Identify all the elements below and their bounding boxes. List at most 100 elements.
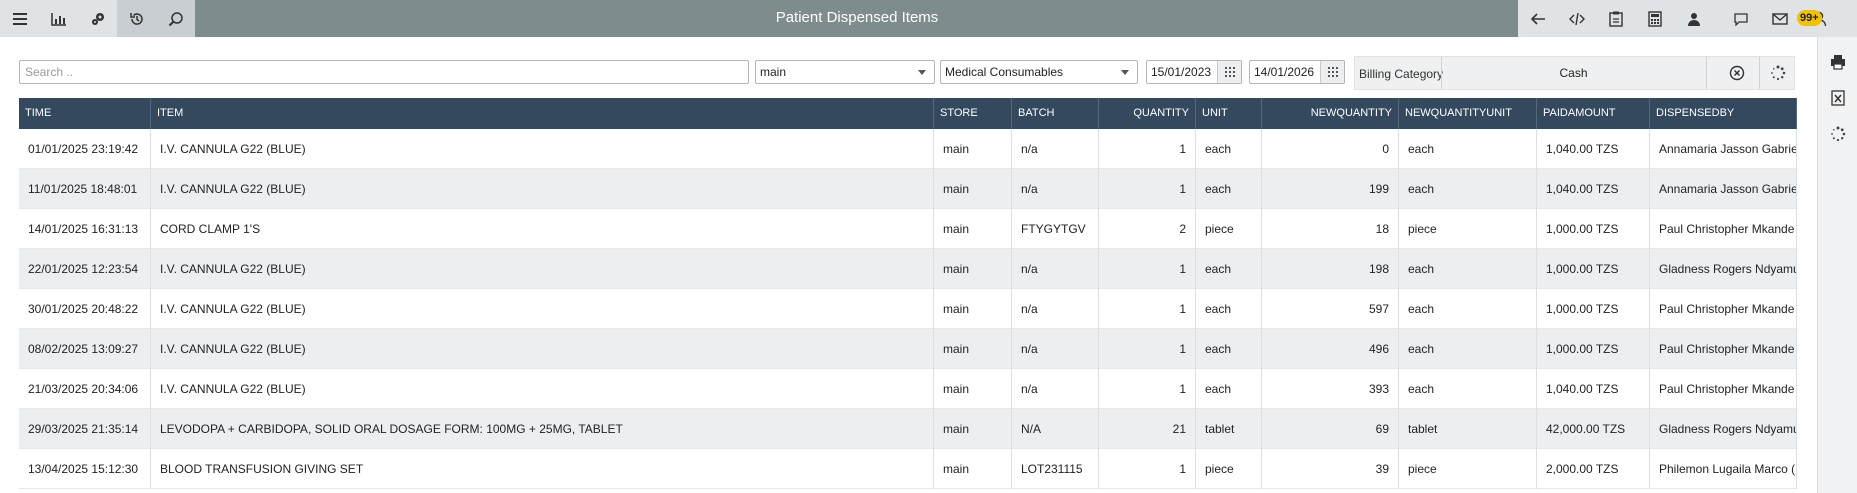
cell-dispensedby: Annamaria Jasson Gabriel ( (1650, 169, 1797, 209)
cell-dispensedby: Paul Christopher Mkande (M (1650, 209, 1797, 249)
column-header-store[interactable]: STORE (934, 98, 1012, 129)
cell-newquantityunit: each (1399, 249, 1537, 289)
cell-item: I.V. CANNULA G22 (BLUE) (151, 129, 934, 169)
cell-dispensedby: Paul Christopher Mkande (M (1650, 369, 1797, 409)
table-row[interactable]: 13/04/2025 15:12:30 BLOOD TRANSFUSION GIV… (19, 449, 1797, 489)
table-row[interactable]: 29/03/2025 21:35:14 LEVODOPA + CARBIDOPA,… (19, 409, 1797, 449)
cell-quantity: 1 (1099, 249, 1196, 289)
cell-dispensedby: Paul Christopher Mkande (M (1650, 329, 1797, 369)
cell-time: 29/03/2025 21:35:14 (19, 409, 151, 449)
cell-newquantity: 0 (1262, 129, 1399, 169)
cell-batch: n/a (1012, 329, 1099, 369)
table-row[interactable]: 30/01/2025 20:48:22 I.V. CANNULA G22 (BLU… (19, 289, 1797, 329)
cell-quantity: 2 (1099, 209, 1196, 249)
clipboard-icon[interactable] (1596, 0, 1635, 37)
settings-gears-icon[interactable] (78, 0, 117, 37)
cell-newquantityunit: each (1399, 329, 1537, 369)
search-icon[interactable] (156, 0, 195, 37)
clear-circle-icon[interactable] (1717, 57, 1757, 89)
table-row[interactable]: 21/03/2025 20:34:06 I.V. CANNULA G22 (BLU… (19, 369, 1797, 409)
calculator-icon[interactable] (1635, 0, 1674, 37)
cell-dispensedby: Paul Christopher Mkande (M (1650, 289, 1797, 329)
chat-icon[interactable] (1721, 0, 1760, 37)
cell-store: main (934, 289, 1012, 329)
refresh-spinner-icon[interactable] (1818, 117, 1857, 151)
cell-paidamount: 1,040.00 TZS (1537, 129, 1650, 169)
right-sidebar (1817, 37, 1857, 493)
store-select[interactable]: main (755, 60, 935, 84)
cell-newquantityunit: each (1399, 169, 1537, 209)
column-header-unit[interactable]: UNIT (1196, 98, 1262, 129)
cell-time: 13/04/2025 15:12:30 (19, 449, 151, 489)
cell-newquantityunit: each (1399, 129, 1537, 169)
cell-time: 30/01/2025 20:48:22 (19, 289, 151, 329)
history-icon[interactable] (117, 0, 156, 37)
cell-unit: each (1196, 249, 1262, 289)
cell-newquantityunit: each (1399, 289, 1537, 329)
loading-spinner-icon (1760, 57, 1796, 89)
column-header-item[interactable]: ITEM (151, 98, 934, 129)
cell-paidamount: 1,000.00 TZS (1537, 249, 1650, 289)
menu-icon[interactable] (0, 0, 39, 37)
cell-newquantity: 69 (1262, 409, 1399, 449)
table-row[interactable]: 01/01/2025 23:19:42 I.V. CANNULA G22 (BLU… (19, 129, 1797, 169)
cell-item: BLOOD TRANSFUSION GIVING SET (151, 449, 934, 489)
cell-time: 21/03/2025 20:34:06 (19, 369, 151, 409)
cell-newquantityunit: tablet (1399, 409, 1537, 449)
from-date-field[interactable]: 15/01/2023 (1146, 60, 1242, 84)
cell-quantity: 21 (1099, 409, 1196, 449)
billing-category-value[interactable]: Cash (1441, 57, 1706, 89)
column-header-time[interactable]: TIME (19, 98, 151, 129)
cell-unit: tablet (1196, 409, 1262, 449)
table-body: 01/01/2025 23:19:42 I.V. CANNULA G22 (BLU… (19, 129, 1797, 489)
cell-item: I.V. CANNULA G22 (BLUE) (151, 249, 934, 289)
table-row[interactable]: 11/01/2025 18:48:01 I.V. CANNULA G22 (BLU… (19, 169, 1797, 209)
cell-paidamount: 1,040.00 TZS (1537, 169, 1650, 209)
bar-chart-icon[interactable] (39, 0, 78, 37)
cell-dispensedby: Philemon Lugaila Marco (MI (1650, 449, 1797, 489)
cell-store: main (934, 129, 1012, 169)
table-row[interactable]: 22/01/2025 12:23:54 I.V. CANNULA G22 (BLU… (19, 249, 1797, 289)
to-date-value: 14/01/2026 (1254, 65, 1315, 79)
cell-unit: piece (1196, 209, 1262, 249)
cell-newquantity: 39 (1262, 449, 1399, 489)
column-header-batch[interactable]: BATCH (1012, 98, 1099, 129)
cell-quantity: 1 (1099, 369, 1196, 409)
cell-dispensedby: Annamaria Jasson Gabriel ( (1650, 129, 1797, 169)
cell-newquantity: 18 (1262, 209, 1399, 249)
table-row[interactable]: 14/01/2025 16:31:13 CORD CLAMP 1'S main FTY… (19, 209, 1797, 249)
cell-newquantityunit: piece (1399, 449, 1537, 489)
top-left-toolbar (0, 0, 195, 37)
cell-time: 11/01/2025 18:48:01 (19, 169, 151, 209)
calendar-icon[interactable] (1217, 61, 1241, 83)
column-header-newquantity[interactable]: NEWQUANTITY (1262, 98, 1399, 129)
calendar-icon[interactable] (1320, 61, 1344, 83)
cell-time: 08/02/2025 13:09:27 (19, 329, 151, 369)
cell-paidamount: 42,000.00 TZS (1537, 409, 1650, 449)
column-header-newquantityunit[interactable]: NEWQUANTITYUNIT (1399, 98, 1537, 129)
chevron-down-icon (1121, 70, 1129, 75)
cell-unit: each (1196, 129, 1262, 169)
print-icon[interactable] (1818, 45, 1857, 79)
back-arrow-icon[interactable] (1518, 0, 1557, 37)
search-input[interactable] (19, 60, 749, 84)
code-icon[interactable] (1557, 0, 1596, 37)
user-card-icon[interactable] (1674, 0, 1713, 37)
cell-newquantityunit: piece (1399, 209, 1537, 249)
excel-icon[interactable] (1818, 81, 1857, 115)
cell-batch: FTYGYTGV (1012, 209, 1099, 249)
to-date-field[interactable]: 14/01/2026 (1249, 60, 1345, 84)
mail-icon[interactable] (1760, 0, 1799, 37)
cell-batch: n/a (1012, 369, 1099, 409)
cell-store: main (934, 329, 1012, 369)
category-select[interactable]: Medical Consumables (940, 60, 1138, 84)
category-select-value: Medical Consumables (945, 65, 1064, 79)
cell-time: 14/01/2025 16:31:13 (19, 209, 151, 249)
table-row[interactable]: 08/02/2025 13:09:27 I.V. CANNULA G22 (BLU… (19, 329, 1797, 369)
cell-store: main (934, 249, 1012, 289)
cell-item: I.V. CANNULA G22 (BLUE) (151, 369, 934, 409)
column-header-paidamount[interactable]: PAIDAMOUNT (1537, 98, 1650, 129)
cell-item: I.V. CANNULA G22 (BLUE) (151, 289, 934, 329)
column-header-quantity[interactable]: QUANTITY (1099, 98, 1196, 129)
column-header-dispensedby[interactable]: DISPENSEDBY (1650, 98, 1797, 129)
